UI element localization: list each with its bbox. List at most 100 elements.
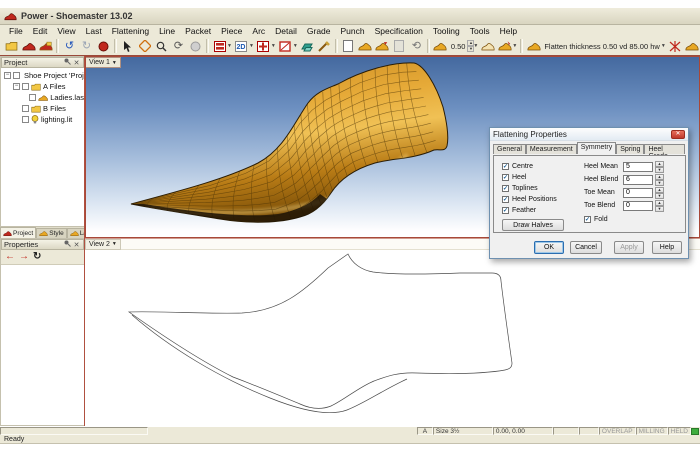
spin-icon[interactable]: ↻ bbox=[33, 252, 41, 262]
tab-measurement[interactable]: Measurement bbox=[526, 144, 577, 154]
menu-piece[interactable]: Piece bbox=[216, 26, 247, 36]
checkbox[interactable] bbox=[29, 94, 36, 101]
knife-icon[interactable] bbox=[316, 39, 333, 54]
cancel-button[interactable]: Cancel bbox=[570, 241, 602, 254]
tree-item-b-files[interactable]: B Files bbox=[3, 103, 84, 114]
checkbox-checked[interactable]: ✓ bbox=[502, 207, 509, 214]
tab-general[interactable]: General bbox=[493, 144, 526, 154]
trim-box-icon[interactable] bbox=[277, 39, 294, 54]
sections-icon[interactable] bbox=[211, 39, 228, 54]
close-icon[interactable]: ✕ bbox=[72, 241, 81, 249]
menu-tools[interactable]: Tools bbox=[465, 26, 495, 36]
menu-packet[interactable]: Packet bbox=[180, 26, 216, 36]
menu-tooling[interactable]: Tooling bbox=[428, 26, 465, 36]
tab-symmetry[interactable]: Symmetry bbox=[577, 142, 617, 154]
flatten-shoe-icon[interactable] bbox=[525, 39, 542, 54]
heel-blend-spinner[interactable]: ▲▼ bbox=[655, 174, 664, 186]
mirror-last-icon[interactable] bbox=[374, 39, 391, 54]
tab-style[interactable]: Style bbox=[36, 228, 66, 238]
expander-icon[interactable]: − bbox=[13, 83, 20, 90]
rotate-view-icon[interactable]: ⟳ bbox=[170, 39, 187, 54]
menu-last[interactable]: Last bbox=[81, 26, 107, 36]
surfaces-icon[interactable] bbox=[299, 39, 316, 54]
toe-blend-input[interactable] bbox=[623, 201, 653, 211]
shade-sphere-icon[interactable] bbox=[187, 39, 204, 54]
sheet-grayed-icon[interactable] bbox=[391, 39, 408, 54]
menu-punch[interactable]: Punch bbox=[336, 26, 370, 36]
open-last-icon[interactable] bbox=[20, 39, 37, 54]
feather-checkbox-row[interactable]: ✓ Feather bbox=[502, 205, 564, 216]
apply-button[interactable]: Apply bbox=[614, 241, 644, 254]
menu-edit[interactable]: Edit bbox=[28, 26, 53, 36]
expander-icon[interactable]: − bbox=[4, 72, 11, 79]
trim-box-dropdown[interactable]: ▼ bbox=[293, 43, 298, 49]
pin-icon[interactable] bbox=[63, 240, 72, 249]
menu-line[interactable]: Line bbox=[154, 26, 180, 36]
sections-dropdown[interactable]: ▼ bbox=[227, 43, 232, 49]
toe-mean-input[interactable] bbox=[623, 188, 653, 198]
pin-icon[interactable] bbox=[63, 58, 72, 67]
checkbox-checked[interactable]: ✓ bbox=[502, 196, 509, 203]
zoom-icon[interactable] bbox=[153, 39, 170, 54]
toplines-checkbox-row[interactable]: ✓ Toplines bbox=[502, 183, 564, 194]
tab-heel-grade[interactable]: Heel Grade bbox=[644, 144, 685, 154]
refresh-icon[interactable]: ⟲ bbox=[408, 39, 425, 54]
dialog-close-icon[interactable]: ✕ bbox=[671, 130, 685, 139]
spring-toe-icon[interactable] bbox=[479, 39, 496, 54]
heel-mean-spinner[interactable]: ▲▼ bbox=[655, 161, 664, 173]
heel-positions-checkbox-row[interactable]: ✓ Heel Positions bbox=[502, 194, 564, 205]
tree-item-lighting[interactable]: lighting.lit bbox=[3, 114, 84, 125]
tree-item-root[interactable]: − Shoe Project 'Project1' bbox=[3, 70, 84, 81]
refit-mesh-icon[interactable] bbox=[667, 39, 684, 54]
view2-tab[interactable]: View 2 ▼ bbox=[85, 239, 121, 250]
help-button[interactable]: Help bbox=[652, 241, 682, 254]
open-project-icon[interactable] bbox=[3, 39, 20, 54]
spring-heel-icon[interactable] bbox=[496, 39, 513, 54]
prev-arrow-icon[interactable]: ← bbox=[5, 252, 15, 262]
mesh-cross-icon[interactable] bbox=[255, 39, 272, 54]
checkbox[interactable] bbox=[22, 105, 29, 112]
flatten-dropdown[interactable]: ▼ bbox=[661, 43, 666, 49]
menu-arc[interactable]: Arc bbox=[247, 26, 270, 36]
flatten-2d-icon[interactable]: 2D bbox=[233, 39, 250, 54]
view1-tab[interactable]: View 1 ▼ bbox=[86, 57, 121, 68]
checkbox-checked[interactable]: ✓ bbox=[584, 216, 591, 223]
close-icon[interactable]: ✕ bbox=[72, 59, 81, 67]
menu-view[interactable]: View bbox=[52, 26, 80, 36]
mesh-cross-dropdown[interactable]: ▼ bbox=[271, 43, 276, 49]
menu-detail[interactable]: Detail bbox=[270, 26, 302, 36]
flatten-run-icon[interactable] bbox=[684, 39, 700, 54]
centre-checkbox-row[interactable]: ✓ Centre bbox=[502, 161, 564, 172]
tree-item-ladies[interactable]: Ladies.las bbox=[3, 92, 84, 103]
undo-icon[interactable]: ↺ bbox=[61, 39, 78, 54]
tab-spring[interactable]: Spring bbox=[616, 144, 644, 154]
heel-blend-input[interactable] bbox=[623, 175, 653, 185]
new-sheet-icon[interactable] bbox=[340, 39, 357, 54]
save-last-icon[interactable] bbox=[37, 39, 54, 54]
redo-icon[interactable]: ↻ bbox=[78, 39, 95, 54]
view1-dropdown-icon[interactable]: ▼ bbox=[112, 60, 117, 66]
heel-checkbox-row[interactable]: ✓ Heel bbox=[502, 172, 564, 183]
checkbox[interactable] bbox=[22, 116, 29, 123]
next-arrow-icon[interactable]: → bbox=[19, 252, 29, 262]
tree-item-a-files[interactable]: − A Files bbox=[3, 81, 84, 92]
move-icon[interactable] bbox=[136, 39, 153, 54]
checkbox-checked[interactable]: ✓ bbox=[502, 185, 509, 192]
checkbox-checked[interactable]: ✓ bbox=[502, 163, 509, 170]
checkbox[interactable] bbox=[22, 83, 29, 90]
spring-dropdown[interactable]: ▼ bbox=[512, 43, 517, 49]
select-cursor-icon[interactable] bbox=[119, 39, 136, 54]
menu-specification[interactable]: Specification bbox=[370, 26, 428, 36]
heel-mean-input[interactable] bbox=[623, 162, 653, 172]
thickness-dropdown[interactable]: ▼ bbox=[473, 43, 478, 49]
draw-halves-button[interactable]: Draw Halves bbox=[502, 219, 564, 231]
menu-grade[interactable]: Grade bbox=[302, 26, 336, 36]
ok-button[interactable]: OK bbox=[534, 241, 564, 254]
copy-last-icon[interactable] bbox=[357, 39, 374, 54]
tab-project[interactable]: Project bbox=[0, 227, 36, 238]
record-icon[interactable] bbox=[95, 39, 112, 54]
menu-flattening[interactable]: Flattening bbox=[107, 26, 154, 36]
thickness-shoe-icon[interactable] bbox=[432, 39, 449, 54]
toe-mean-spinner[interactable]: ▲▼ bbox=[655, 187, 664, 199]
dialog-title-bar[interactable]: Flattening Properties ✕ bbox=[490, 128, 688, 141]
